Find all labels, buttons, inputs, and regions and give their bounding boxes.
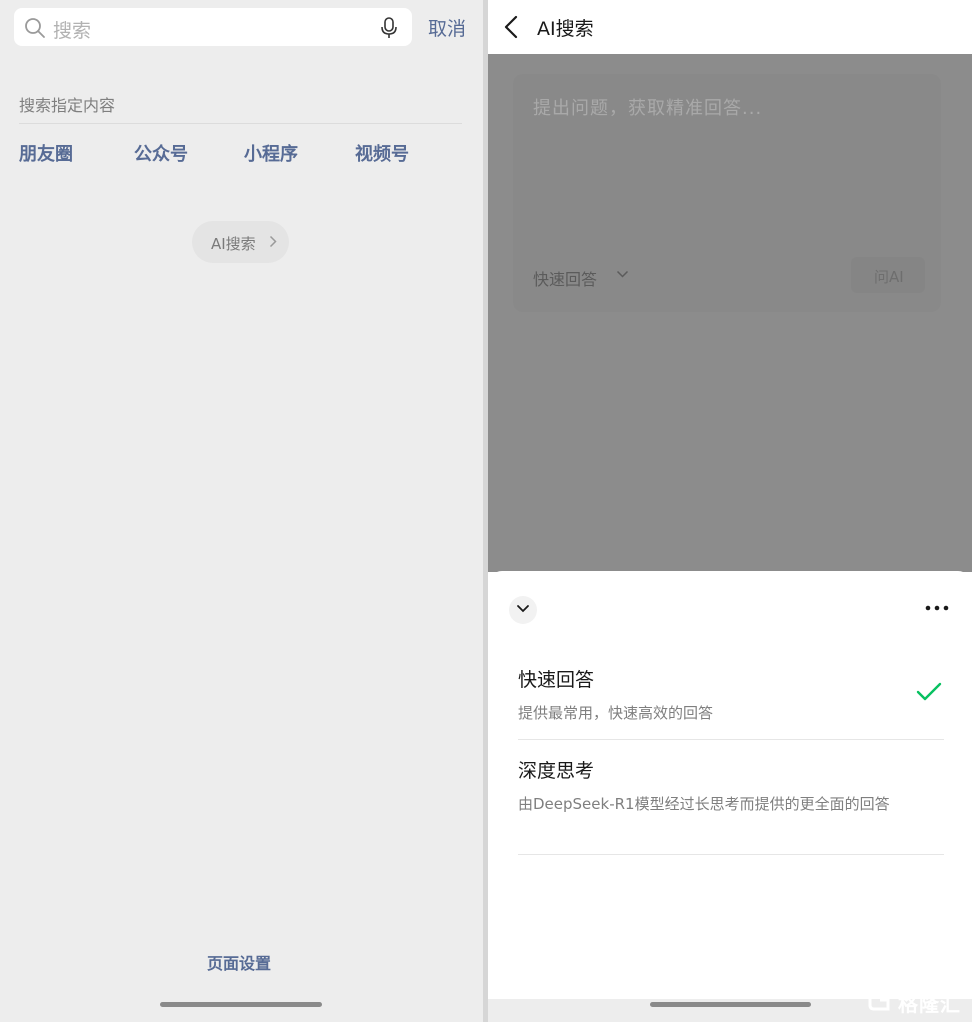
ai-search-button[interactable]: AI搜索 bbox=[192, 221, 289, 263]
ask-ai-button[interactable]: 问AI bbox=[851, 257, 925, 293]
page-settings-link[interactable]: 页面设置 bbox=[207, 950, 271, 974]
search-page: 搜索 取消 搜索指定内容 朋友圈 公众号 小程序 视频号 AI搜索 页面设置 bbox=[0, 0, 483, 1022]
section-title: 搜索指定内容 bbox=[19, 96, 116, 115]
option-title: 深度思考 bbox=[518, 760, 595, 782]
watermark-logo-icon bbox=[868, 989, 890, 1011]
mic-icon[interactable] bbox=[380, 16, 398, 40]
ai-search-page: AI搜索 提出问题，获取精准回答... 快速回答 问AI 快速回答 提供最常用，… bbox=[488, 0, 972, 1022]
chevron-down-icon bbox=[517, 605, 529, 613]
back-arrow-icon[interactable] bbox=[504, 15, 518, 39]
option-description: 由DeepSeek-R1模型经过长思考而提供的更全面的回答 bbox=[518, 795, 890, 813]
answer-mode-sheet: 快速回答 提供最常用，快速高效的回答 深度思考 由DeepSeek-R1模型经过… bbox=[488, 571, 972, 1022]
ai-search-label: AI搜索 bbox=[211, 235, 256, 253]
search-bar[interactable]: 搜索 bbox=[14, 8, 412, 46]
search-icon bbox=[25, 18, 45, 38]
search-input[interactable]: 搜索 bbox=[53, 16, 91, 43]
home-indicator bbox=[160, 1002, 322, 1007]
category-official-accounts[interactable]: 公众号 bbox=[134, 140, 188, 166]
home-indicator bbox=[650, 1002, 811, 1007]
chevron-down-icon bbox=[616, 270, 629, 278]
more-icon[interactable] bbox=[925, 605, 949, 611]
ask-ai-label: 问AI bbox=[874, 268, 904, 286]
header-bar: AI搜索 bbox=[488, 0, 972, 54]
category-moments[interactable]: 朋友圈 bbox=[19, 140, 73, 166]
cancel-button[interactable]: 取消 bbox=[428, 14, 466, 41]
category-mini-programs[interactable]: 小程序 bbox=[244, 140, 298, 166]
mode-selector[interactable]: 快速回答 bbox=[533, 266, 597, 290]
option-description: 提供最常用，快速高效的回答 bbox=[518, 704, 714, 722]
collapse-sheet-button[interactable] bbox=[509, 596, 537, 624]
page-title: AI搜索 bbox=[537, 18, 594, 40]
option-title: 快速回答 bbox=[518, 669, 595, 691]
question-input[interactable]: 提出问题，获取精准回答... bbox=[533, 94, 762, 120]
question-card: 提出问题，获取精准回答... 快速回答 问AI bbox=[513, 74, 941, 312]
option-divider bbox=[518, 854, 944, 855]
category-channels[interactable]: 视频号 bbox=[355, 140, 409, 166]
section-divider bbox=[19, 123, 462, 124]
check-icon bbox=[916, 682, 942, 701]
chevron-right-icon bbox=[269, 235, 277, 248]
watermark-text: 格隆汇 bbox=[898, 992, 961, 1016]
option-divider bbox=[518, 739, 944, 740]
dimmed-overlay[interactable]: 提出问题，获取精准回答... 快速回答 问AI bbox=[488, 54, 972, 572]
